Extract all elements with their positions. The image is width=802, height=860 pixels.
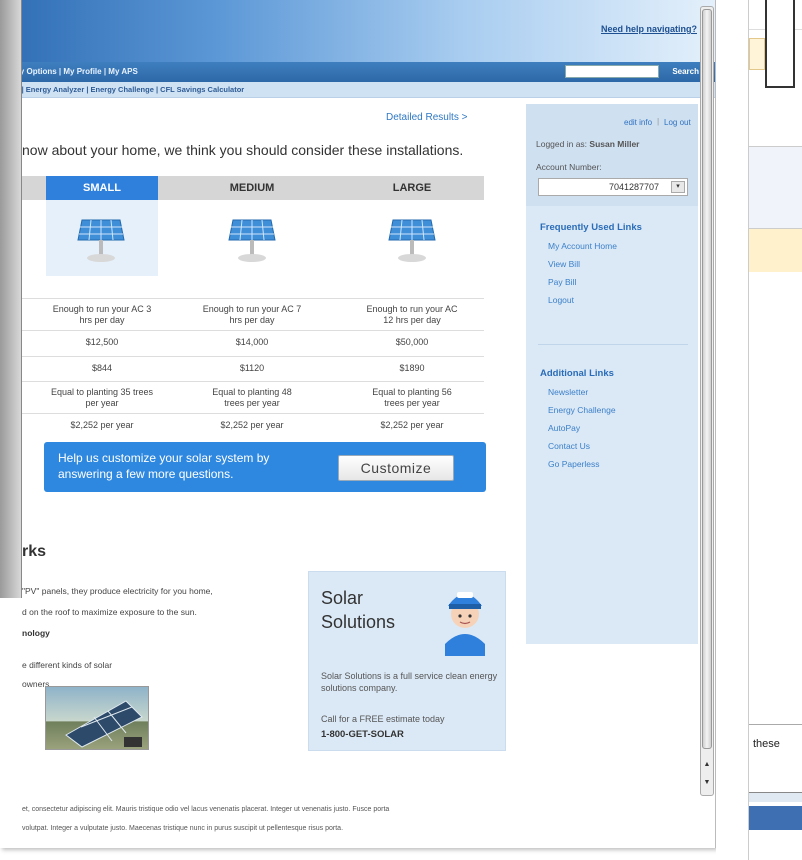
sidebar-divider	[538, 344, 688, 345]
tab-medium[interactable]: MEDIUM	[182, 176, 322, 200]
detailed-results-link[interactable]: Detailed Results >	[386, 112, 467, 123]
help-navigating-link[interactable]: Need help navigating?	[601, 24, 697, 34]
solar-installation-photo[interactable]	[45, 686, 149, 750]
account-number-label: Account Number:	[536, 162, 602, 172]
scroll-up-icon[interactable]: ▲	[702, 759, 712, 771]
link-separator: |	[657, 116, 660, 126]
technician-icon	[445, 592, 485, 656]
desktop-gap	[716, 0, 748, 860]
search-button[interactable]: Search	[672, 62, 699, 82]
cost-small: $12,500	[85, 337, 119, 347]
scrollbar-thumb[interactable]	[702, 9, 712, 749]
per-year-medium: $2,252 per year	[220, 420, 284, 430]
solar-solutions-phone[interactable]: 1-800-GET-SOLAR	[321, 729, 404, 740]
sidebar-item-view-bill[interactable]: View Bill	[548, 259, 580, 269]
background-divider	[749, 724, 802, 725]
frequently-used-links-heading: Frequently Used Links	[540, 222, 642, 233]
background-highlight	[749, 38, 765, 70]
savings-medium: $1120	[239, 363, 265, 373]
row-divider	[22, 298, 484, 299]
dropdown-arrow-icon[interactable]: ▾	[671, 181, 685, 193]
footer-text: et, consectetur adipiscing elit. Mauris …	[22, 806, 390, 813]
tab-large[interactable]: LARGE	[342, 176, 482, 200]
technology-heading: nology	[22, 628, 50, 638]
account-number-select[interactable]: 7041287707 ▾	[538, 178, 688, 196]
edit-info-link[interactable]: edit info	[624, 118, 652, 127]
background-panel	[765, 0, 795, 88]
solar-solutions-cta: Call for a FREE estimate today	[321, 714, 445, 724]
background-text: these	[753, 738, 780, 750]
how-it-works-text: d on the roof to maximize exposure to th…	[22, 607, 197, 617]
sidebar-item-autopay[interactable]: AutoPay	[548, 423, 580, 433]
solar-solutions-title: Solar Solutions	[321, 588, 396, 632]
per-year-large: $2,252 per year	[380, 420, 444, 430]
trees-medium: Equal to planting 48 trees per year	[212, 387, 292, 408]
row-divider	[22, 356, 484, 357]
capacity-medium: Enough to run your AC 7 hrs per day	[202, 304, 302, 325]
sidebar-item-go-paperless[interactable]: Go Paperless	[548, 459, 600, 469]
solar-panel-icon	[77, 219, 125, 262]
solar-array-image	[65, 700, 143, 748]
background-row	[749, 146, 802, 228]
additional-links-heading: Additional Links	[540, 368, 614, 379]
overlapping-window-edge	[0, 0, 22, 598]
account-number-value: 7041287707	[608, 182, 659, 192]
how-it-works-heading: rks	[22, 543, 47, 560]
sidebar-item-newsletter[interactable]: Newsletter	[548, 387, 588, 397]
sidebar: edit info | Log out Logged in as: Susan …	[526, 104, 698, 644]
row-divider	[22, 330, 484, 331]
logged-in-status: Logged in as: Susan Miller	[536, 139, 639, 149]
sidebar-item-contact-us[interactable]: Contact Us	[548, 441, 590, 451]
secondary-nav[interactable]: Save | Energy Analyzer | Energy Challeng…	[0, 82, 715, 98]
customize-prompt: Help us customize your solar system by a…	[58, 451, 270, 481]
solar-solutions-ad[interactable]: Solar Solutions Solar Solutions is a ful…	[308, 571, 506, 751]
log-out-link[interactable]: Log out	[664, 118, 691, 127]
scroll-down-icon[interactable]: ▼	[702, 777, 712, 789]
solar-solutions-description: Solar Solutions is a full service clean …	[321, 671, 498, 693]
customize-button[interactable]: Customize	[338, 455, 454, 481]
sidebar-item-energy-challenge[interactable]: Energy Challenge	[548, 405, 616, 415]
solar-panel-icon	[228, 219, 276, 262]
capacity-small: Enough to run your AC 3 hrs per day	[52, 304, 152, 325]
cost-medium: $14,000	[235, 337, 269, 347]
background-row-highlight	[749, 228, 802, 272]
tab-small[interactable]: SMALL	[46, 176, 158, 200]
trees-small: Equal to planting 35 trees per year	[50, 387, 154, 408]
savings-large: $1890	[399, 363, 425, 373]
page-headline: now about your home, we think you should…	[22, 142, 464, 158]
sidebar-item-pay-bill[interactable]: Pay Bill	[548, 277, 576, 287]
savings-small: $844	[91, 363, 113, 373]
background-taskbar	[749, 806, 802, 830]
logged-in-label: Logged in as:	[536, 139, 590, 149]
sidebar-item-logout[interactable]: Logout	[548, 295, 574, 305]
sidebar-item-my-account-home[interactable]: My Account Home	[548, 241, 617, 251]
row-divider	[22, 413, 484, 414]
footer-text: volutpat. Integer a vulputate justo. Mae…	[22, 825, 344, 832]
search-input[interactable]	[565, 65, 659, 78]
per-year-small: $2,252 per year	[70, 420, 134, 430]
capacity-large: Enough to run your AC 12 hrs per day	[366, 304, 458, 325]
solar-panel-icon	[388, 219, 436, 262]
trees-large: Equal to planting 56 trees per year	[372, 387, 452, 408]
cost-large: $50,000	[395, 337, 429, 347]
user-name: Susan Miller	[589, 139, 640, 149]
vertical-scrollbar[interactable]: ▲ ▼	[700, 6, 714, 796]
background-application: these	[748, 0, 802, 860]
background-scrollbar[interactable]	[749, 792, 802, 802]
how-it-works-text: "PV" panels, they produce electricity fo…	[22, 586, 213, 596]
row-divider	[22, 381, 484, 382]
technology-text: e different kinds of solar	[22, 660, 113, 670]
browser-window: Need help navigating? y | My Options | M…	[0, 0, 716, 848]
